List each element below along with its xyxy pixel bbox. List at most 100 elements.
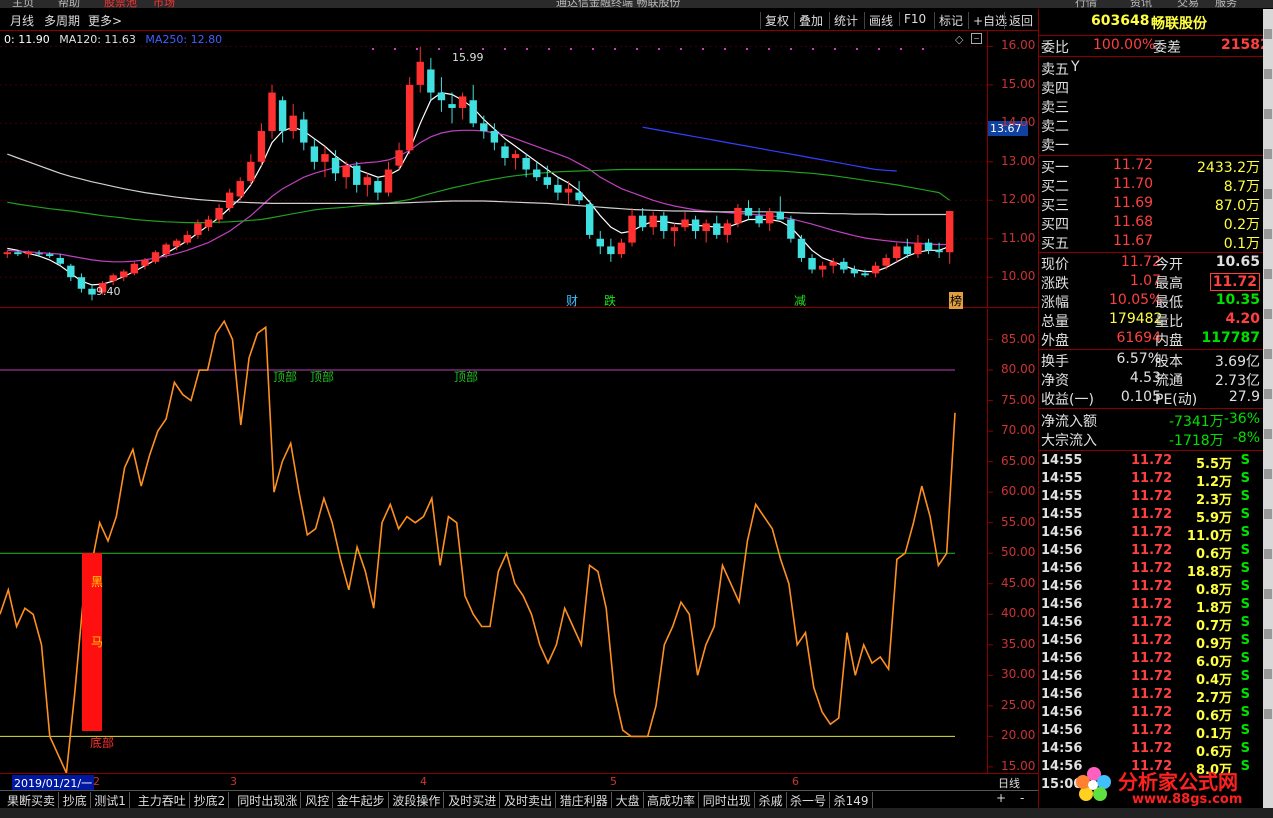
- restore-rights-button[interactable]: 复权: [760, 12, 793, 29]
- scrollbar-button[interactable]: [1264, 189, 1272, 199]
- trade-volume: 0.7万: [1195, 619, 1232, 634]
- trade-volume: 5.5万: [1195, 457, 1232, 472]
- scrollbar-button[interactable]: [1264, 149, 1272, 159]
- indicator-tab-5[interactable]: 同时出现涨: [234, 792, 302, 809]
- scrollbar-button[interactable]: [1264, 109, 1272, 119]
- indicator-tab-9[interactable]: 及时买进: [445, 792, 501, 809]
- buy-level-volume: 0.1万: [1223, 236, 1260, 252]
- scrollbar-button[interactable]: [1264, 269, 1272, 279]
- indicator-tab-4[interactable]: 抄底2: [191, 792, 230, 809]
- tick-trade-row: 14:56 11.72 0.1万 S: [1041, 723, 1262, 742]
- scrollbar-button[interactable]: [1264, 349, 1272, 359]
- indicator-tab-17[interactable]: 杀149: [831, 792, 873, 809]
- menu-news[interactable]: 资讯: [1130, 0, 1152, 8]
- f10-button[interactable]: F10: [899, 12, 930, 26]
- oscillator-chart[interactable]: [0, 309, 1038, 773]
- scrollbar-button[interactable]: [1264, 509, 1272, 519]
- trade-volume: 18.8万: [1186, 565, 1232, 580]
- minimize-chart-icon[interactable]: −: [971, 33, 982, 44]
- indicator-tab-0[interactable]: 果断买卖: [4, 792, 60, 809]
- scrollbar-button[interactable]: [1264, 429, 1272, 439]
- quote-label: 涨跌: [1041, 276, 1069, 292]
- indicator-tab-3[interactable]: 主力吞吐: [135, 792, 190, 809]
- indicator-tab-11[interactable]: 猎庄利器: [557, 792, 612, 809]
- low-price-label: 9.40: [96, 285, 121, 298]
- monthly-button[interactable]: 月线: [10, 12, 34, 29]
- ma-line-MA250: [642, 126, 897, 172]
- signal-dot: [614, 48, 616, 50]
- indicator-tab-12[interactable]: 大盘: [613, 792, 644, 809]
- indicator-tab-13[interactable]: 高成功率: [644, 792, 700, 809]
- scrollbar-button[interactable]: [1264, 549, 1272, 559]
- scrollbar-button[interactable]: [1264, 69, 1272, 79]
- indicator-tab-2[interactable]: 测试1: [91, 792, 130, 809]
- candle-body: [257, 131, 266, 162]
- candle-body: [511, 154, 520, 158]
- candle-body: [67, 265, 75, 278]
- scrollbar-button[interactable]: [1264, 389, 1272, 399]
- period-label[interactable]: 日线: [998, 775, 1020, 791]
- menu-home[interactable]: 主页: [12, 0, 34, 8]
- candle-body: [268, 92, 276, 132]
- event-reduce-label[interactable]: 减: [794, 292, 806, 309]
- candle-body: [554, 184, 562, 193]
- candlestick-chart[interactable]: [0, 31, 1038, 308]
- event-finance-label[interactable]: 财: [566, 292, 578, 309]
- flow-label: 净流入额: [1041, 414, 1097, 430]
- candle-body: [797, 238, 806, 258]
- event-drop-label[interactable]: 跌: [604, 292, 616, 309]
- menu-market[interactable]: 市场: [153, 0, 175, 8]
- right-scrollbar[interactable]: [1263, 9, 1273, 808]
- price-tick-label: 10.00: [1001, 269, 1036, 284]
- scrollbar-button[interactable]: [1264, 589, 1272, 599]
- candle-body: [935, 250, 943, 253]
- candle-body: [480, 123, 488, 132]
- indicator-tab-1[interactable]: 抄底: [60, 792, 91, 809]
- quote-value: 179482: [1109, 311, 1163, 327]
- scrollbar-button[interactable]: [1264, 229, 1272, 239]
- menu-help[interactable]: 帮助: [58, 0, 80, 8]
- oscillator-line: [0, 319, 956, 773]
- indicator-tab-6[interactable]: 风控: [302, 792, 334, 809]
- buy-level-volume: 87.0万: [1214, 198, 1260, 214]
- indicator-tab-8[interactable]: 波段操作: [389, 792, 445, 809]
- draw-line-button[interactable]: 画线: [864, 12, 897, 29]
- tabs-remove-button[interactable]: -: [1020, 791, 1024, 805]
- indicator-tab-16[interactable]: 杀一号: [787, 792, 831, 809]
- multi-period-button[interactable]: 多周期: [44, 12, 80, 29]
- more-button[interactable]: 更多>: [88, 12, 122, 29]
- buy-level-volume: 8.7万: [1223, 179, 1260, 195]
- stock-name: 畅联股份: [1151, 16, 1207, 32]
- price-chart-panel[interactable]: 0: 11.90 MA120: 11.63 MA250: 12.80 ◇ − 1…: [0, 31, 1038, 309]
- oscillator-panel[interactable]: 85.00 80.00 75.00 70.00 65.00 60.00 55.00 50.00…: [0, 309, 1038, 773]
- scrollbar-button[interactable]: [1264, 469, 1272, 479]
- mark-button[interactable]: 标记: [934, 12, 967, 29]
- overlay-button[interactable]: 叠加: [794, 12, 827, 29]
- trade-price: 11.72: [1131, 489, 1173, 504]
- quote-label: 最高: [1155, 276, 1183, 292]
- diamond-icon[interactable]: ◇: [955, 33, 963, 46]
- scrollbar-button[interactable]: [1264, 709, 1272, 719]
- menu-stock-pool[interactable]: 股票池: [104, 0, 137, 8]
- menu-service[interactable]: 服务: [1215, 0, 1237, 8]
- indicator-tab-10[interactable]: 及时卖出: [501, 792, 557, 809]
- scrollbar-button[interactable]: [1264, 669, 1272, 679]
- tabs-add-button[interactable]: +: [996, 791, 1006, 805]
- indicator-tab-15[interactable]: 杀戚: [756, 792, 787, 809]
- signal-dot: [878, 48, 880, 50]
- event-list-label[interactable]: 榜: [949, 292, 964, 309]
- indicator-tab-7[interactable]: 金牛起步: [334, 792, 389, 809]
- buy-level-price: 11.69: [1113, 195, 1154, 211]
- indicator-tab-14[interactable]: 同时出现: [700, 792, 755, 809]
- statistics-button[interactable]: 统计: [829, 12, 862, 29]
- quote-value: 11.72: [1209, 273, 1260, 291]
- date-tick-2: 2: [93, 775, 100, 788]
- scrollbar-button[interactable]: [1264, 629, 1272, 639]
- menu-trade[interactable]: 交易: [1177, 0, 1199, 8]
- candle-body: [247, 161, 255, 182]
- trade-time: 14:55: [1041, 471, 1083, 486]
- back-button[interactable]: 返回: [1004, 12, 1037, 29]
- scrollbar-button[interactable]: [1264, 309, 1272, 319]
- menu-quotes[interactable]: 行情: [1075, 0, 1097, 8]
- scrollbar-button[interactable]: [1264, 29, 1272, 39]
